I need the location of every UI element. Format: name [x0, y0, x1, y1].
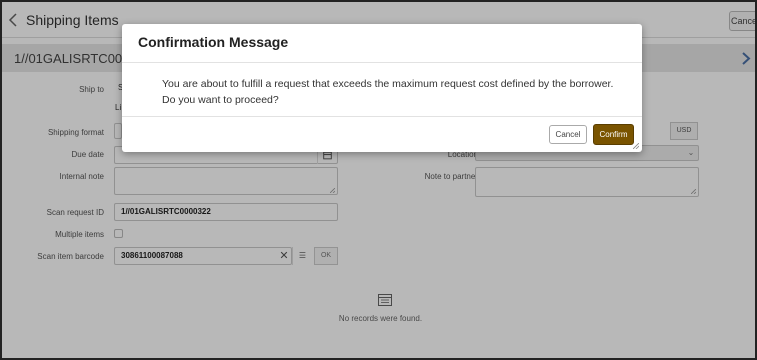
confirmation-dialog: Confirmation Message You are about to fu… — [122, 24, 642, 152]
app-frame: Shipping Items Cancel 1//01GALISRTC00003… — [0, 0, 757, 360]
resize-grip-icon[interactable] — [633, 143, 639, 149]
dialog-title: Confirmation Message — [138, 34, 289, 50]
dialog-divider — [122, 62, 642, 63]
dialog-message: You are about to fulfill a request that … — [162, 78, 614, 106]
dialog-cancel-button[interactable]: Cancel — [549, 125, 587, 144]
dialog-confirm-button[interactable]: Confirm — [593, 124, 634, 145]
dialog-divider — [122, 116, 642, 117]
